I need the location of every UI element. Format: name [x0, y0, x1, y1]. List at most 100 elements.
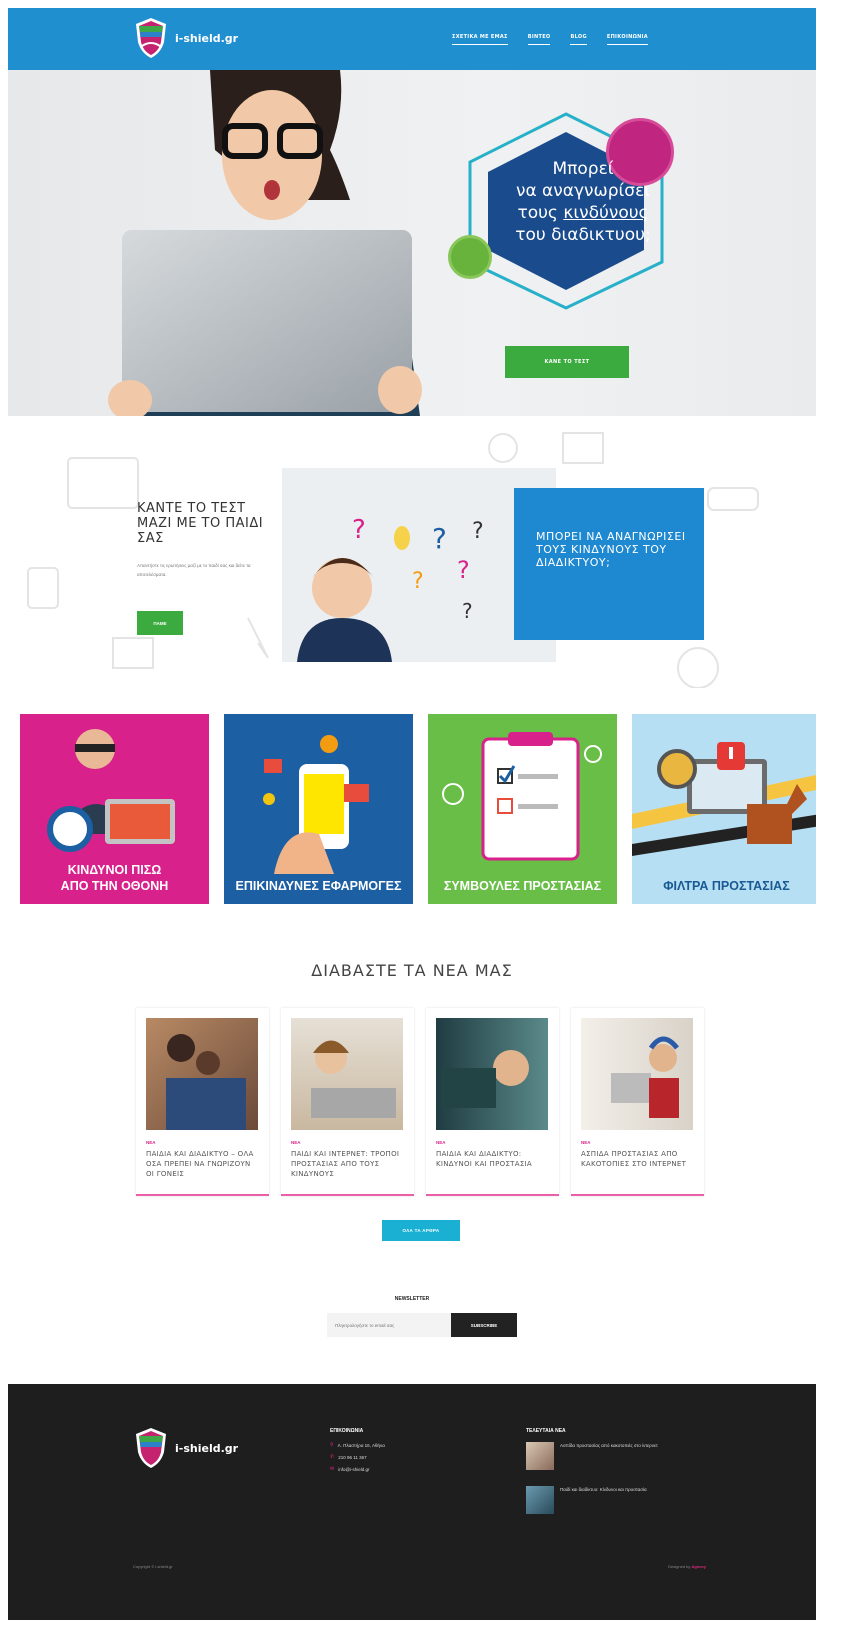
news-card-title[interactable]: ΠΑΙΔΙΑ ΚΑΙ ΔΙΑΔΙΚΤΥΟ: ΚΙΝΔΥΝΟΙ ΚΑΙ ΠΡΟΣΤ…	[436, 1149, 549, 1169]
test-question-text: ΜΠΟΡΕΙ ΝΑ ΑΝΑΓΝΩΡΙΣΕΙ ΤΟΥΣ ΚΙΝΔΥΝΟΥΣ ΤΟΥ…	[536, 530, 686, 569]
shield-logo-icon	[136, 18, 166, 58]
svg-text:?: ?	[352, 515, 366, 545]
news-photo-1	[166, 1034, 246, 1130]
page: i-shield.gr ΣΧΕΤΙΚΑ ΜΕ ΕΜΑΣ ΒΙΝΤΕΟ BLOG …	[8, 8, 816, 1620]
footer-email-text[interactable]: info@i-shield.gr	[338, 1467, 369, 1472]
footer-latest-news: ΤΕΛΕΥΤΑΙΑ ΝΕΑ Ασπίδα προστασίας από κακο…	[526, 1428, 700, 1530]
checklist-icon	[442, 732, 602, 861]
news-card[interactable]: ΝΕΑ ΑΣΠΙΔΑ ΠΡΟΣΤΑΣΙΑΣ ΑΠΟ ΚΑΚΟΤΟΠΙΕΣ ΣΤΟ…	[571, 1008, 704, 1196]
news-photo-2	[311, 1040, 396, 1118]
nav-contact[interactable]: ΕΠΙΚΟΙΝΩΝΙΑ	[606, 34, 648, 45]
news-photo-3	[441, 1050, 529, 1108]
footer-post-thumb	[526, 1442, 554, 1470]
footer-phone: ✆ 210 96 11 367	[330, 1454, 385, 1460]
news-card[interactable]: ΝΕΑ ΠΑΙΔΙ ΚΑΙ ΙΝΤΕΡΝΕΤ: ΤΡΟΠΟΙ ΠΡΟΣΤΑΣΙΑ…	[281, 1008, 414, 1196]
tile-protection-tips-label: ΣΥΜΒΟΥΛΕΣ ΠΡΟΣΤΑΣΙΑΣ	[443, 879, 602, 893]
news-card-image	[436, 1018, 548, 1130]
news-cards: ΝΕΑ ΠΑΙΔΙΑ ΚΑΙ ΔΙΑΔΙΚΤΥΟ – ΟΛΑ ΟΣΑ ΠΡΕΠΕ…	[136, 1008, 704, 1196]
hacker-icon	[47, 729, 175, 852]
hero-question: Μπορεί να αναγνωρίσει τους κινδύνους του…	[513, 158, 653, 246]
footer-contact-heading: ΕΠΙΚΟΙΝΩΝΙΑ	[330, 1428, 364, 1434]
footer-email[interactable]: ✉ info@i-shield.gr	[330, 1466, 385, 1472]
subscribe-button[interactable]: SUBSCRIBE	[451, 1313, 517, 1337]
phone-apps-icon	[263, 735, 369, 874]
news-card-image	[146, 1018, 258, 1130]
footer-contact: ΕΠΙΚΟΙΝΩΝΙΑ ⚲ Λ. Πλαστήρα 16, Αθήνα ✆ 210 …	[330, 1428, 385, 1478]
news-card-tag: ΝΕΑ	[436, 1140, 446, 1145]
hero-line-3b: κινδύνους	[563, 203, 649, 223]
all-articles-button[interactable]: ΟΛΑ ΤΑ ΑΡΘΡΑ	[382, 1220, 460, 1241]
svg-text:?: ?	[412, 569, 424, 594]
hero-line-4: του διαδικτυου;	[515, 225, 651, 245]
footer-logo-text: i-shield.gr	[175, 1441, 239, 1455]
footer-post-title[interactable]: Ασπίδα προστασίας από κακοτοπιές στο ίντ…	[560, 1442, 700, 1449]
hero-banner: Μπορεί να αναγνωρίσει τους κινδύνους του…	[8, 70, 816, 416]
logo-text: i-shield.gr	[175, 31, 239, 45]
news-card-tag: ΝΕΑ	[581, 1140, 591, 1145]
hero-line-3: τους κινδύνους	[513, 202, 653, 224]
hero-line-1: Μπορεί	[552, 159, 614, 179]
footer-credit-prefix: Designed by	[668, 1564, 691, 1569]
svg-text:?: ?	[462, 599, 473, 623]
footer-phone-text: 210 96 11 367	[338, 1454, 367, 1460]
site-footer: i-shield.gr ΕΠΙΚΟΙΝΩΝΙΑ ⚲ Λ. Πλαστήρα 16,…	[8, 1384, 816, 1620]
newsletter-label: NEWSLETTER	[394, 1296, 430, 1302]
news-section-title: ΔΙΑΒΑΣΤΕ ΤΑ ΝΕΑ ΜΑΣ	[311, 961, 513, 980]
main-nav: ΣΧΕΤΙΚΑ ΜΕ ΕΜΑΣ ΒΙΝΤΕΟ BLOG ΕΠΙΚΟΙΝΩΝΙΑ	[452, 34, 648, 45]
news-card-image	[291, 1018, 403, 1130]
footer-post[interactable]: Παιδί και διαδίκτυο: Κίνδυνοι και προστα…	[526, 1486, 700, 1514]
footer-credit: Designed by Agency	[668, 1564, 706, 1569]
test-description: Απαντήστε τις ερωτήσεις μαζί με το παιδί…	[137, 563, 251, 577]
take-test-button[interactable]: ΚΑΝΕ ΤΟ ΤΕΣΤ	[505, 346, 629, 378]
news-card-title[interactable]: ΠΑΙΔΙΑ ΚΑΙ ΔΙΑΔΙΚΤΥΟ – ΟΛΑ ΟΣΑ ΠΡΕΠΕΙ ΝΑ…	[146, 1149, 259, 1179]
tile-1-line-1: ΚΙΝΔΥΝΟΙ ΠΙΣΩ	[67, 863, 162, 877]
newsletter-email-input[interactable]	[327, 1313, 451, 1337]
nav-video[interactable]: ΒΙΝΤΕΟ	[527, 34, 551, 45]
site-header: i-shield.gr ΣΧΕΤΙΚΑ ΜΕ ΕΜΑΣ ΒΙΝΤΕΟ BLOG …	[8, 8, 816, 70]
news-card-image	[581, 1018, 693, 1130]
svg-text:?: ?	[472, 519, 484, 544]
news-card-title[interactable]: ΠΑΙΔΙ ΚΑΙ ΙΝΤΕΡΝΕΤ: ΤΡΟΠΟΙ ΠΡΟΣΤΑΣΙΑΣ ΑΠ…	[291, 1149, 404, 1179]
tile-dangerous-apps-label: ΕΠΙΚΙΝΔΥΝΕΣ ΕΦΑΡΜΟΓΕΣ	[235, 879, 402, 893]
news-card[interactable]: ΝΕΑ ΠΑΙΔΙΑ ΚΑΙ ΔΙΑΔΙΚΤΥΟ – ΟΛΑ ΟΣΑ ΠΡΕΠΕ…	[136, 1008, 269, 1196]
nav-blog[interactable]: BLOG	[570, 34, 587, 45]
svg-text:?: ?	[432, 522, 447, 555]
mail-icon: ✉	[330, 1466, 335, 1472]
trojan-horse-icon	[632, 742, 816, 856]
test-question-box: ΜΠΟΡΕΙ ΝΑ ΑΝΑΓΝΩΡΙΣΕΙ ΤΟΥΣ ΚΙΝΔΥΝΟΥΣ ΤΟΥ…	[514, 488, 704, 640]
news-card-title[interactable]: ΑΣΠΙΔΑ ΠΡΟΣΤΑΣΙΑΣ ΑΠΟ ΚΑΚΟΤΟΠΙΕΣ ΣΤΟ ΙΝΤ…	[581, 1149, 694, 1169]
hero-line-3a: τους	[517, 203, 564, 223]
footer-post-title[interactable]: Παιδί και διαδίκτυο: Κίνδυνοι και προστα…	[560, 1486, 700, 1493]
footer-credit-link[interactable]: Agency	[692, 1564, 706, 1569]
test-title: ΚΑΝΤΕ ΤΟ ΤΕΣΤ ΜΑΖΙ ΜΕ ΤΟ ΠΑΙΔΙ ΣΑΣ	[137, 501, 264, 546]
footer-logo[interactable]: i-shield.gr	[133, 1426, 238, 1470]
shield-logo-icon	[136, 1428, 166, 1468]
tile-dangers-screen-label: ΚΙΝΔΥΝΟΙ ΠΙΣΩ ΑΠΟ ΤΗΝ ΟΘΟΝΗ	[20, 862, 209, 894]
hero-girl-with-laptop-image	[108, 70, 422, 416]
tile-protection-filters[interactable]: ΦΙΛΤΡΑ ΠΡΟΣΤΑΣΙΑΣ	[632, 714, 816, 904]
news-card-tag: ΝΕΑ	[146, 1140, 156, 1145]
magnifier-circle-icon	[448, 235, 492, 279]
hero-line-2: να αναγνωρίσει	[515, 181, 651, 201]
location-icon: ⚲	[330, 1442, 334, 1448]
news-photo-4	[611, 1036, 679, 1118]
test-go-button[interactable]: ΠΑΜΕ	[137, 611, 183, 635]
news-card-tag: ΝΕΑ	[291, 1140, 301, 1145]
phone-icon: ✆	[330, 1454, 335, 1460]
logo[interactable]: i-shield.gr	[133, 16, 238, 60]
svg-text:?: ?	[457, 556, 470, 584]
tile-dangers-screen[interactable]: ΚΙΝΔΥΝΟΙ ΠΙΣΩ ΑΠΟ ΤΗΝ ΟΘΟΝΗ	[20, 714, 209, 904]
footer-address: ⚲ Λ. Πλαστήρα 16, Αθήνα	[330, 1442, 385, 1448]
category-tiles: ΚΙΝΔΥΝΟΙ ΠΙΣΩ ΑΠΟ ΤΗΝ ΟΘΟΝΗ ΕΠΙΚΙΝΔΥΝΕΣ Ε…	[20, 714, 816, 904]
nav-about[interactable]: ΣΧΕΤΙΚΑ ΜΕ ΕΜΑΣ	[452, 34, 508, 45]
footer-address-text: Λ. Πλαστήρα 16, Αθήνα	[337, 1442, 385, 1448]
tile-protection-filters-label: ΦΙΛΤΡΑ ΠΡΟΣΤΑΣΙΑΣ	[663, 879, 790, 893]
footer-post-thumb	[526, 1486, 554, 1514]
news-card[interactable]: ΝΕΑ ΠΑΙΔΙΑ ΚΑΙ ΔΙΑΔΙΚΤΥΟ: ΚΙΝΔΥΝΟΙ ΚΑΙ Π…	[426, 1008, 559, 1196]
tile-protection-tips[interactable]: ΣΥΜΒΟΥΛΕΣ ΠΡΟΣΤΑΣΙΑΣ	[428, 714, 617, 904]
footer-copyright: Copyright © i-shield.gr	[133, 1564, 173, 1569]
tile-dangerous-apps[interactable]: ΕΠΙΚΙΝΔΥΝΕΣ ΕΦΑΡΜΟΓΕΣ	[224, 714, 413, 904]
footer-post[interactable]: Ασπίδα προστασίας από κακοτοπιές στο ίντ…	[526, 1442, 700, 1470]
tile-1-line-2: ΑΠΟ ΤΗΝ ΟΘΟΝΗ	[60, 879, 169, 893]
footer-news-heading: ΤΕΛΕΥΤΑΙΑ ΝΕΑ	[526, 1428, 566, 1434]
